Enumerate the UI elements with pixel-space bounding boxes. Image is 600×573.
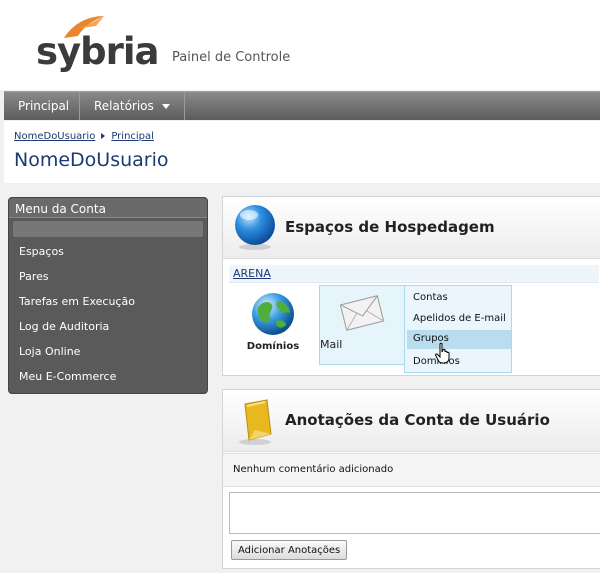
globe-icon [252, 293, 294, 335]
arrow-right-icon [101, 133, 106, 139]
empty-comment-text: Nenhum comentário adicionado [233, 464, 394, 475]
account-notes-panel: Anotações da Conta de Usuário Nenhum com… [222, 389, 600, 569]
sidebar-item-pares[interactable]: Pares [19, 270, 49, 283]
domains-tile[interactable]: Domínios [241, 289, 305, 359]
breadcrumb: NomeDoUsuario Principal [14, 131, 154, 142]
sidebar-item-tarefas[interactable]: Tarefas em Execução [19, 295, 135, 308]
panel-header: Anotações da Conta de Usuário [223, 390, 600, 452]
hosting-spaces-panel: Espaços de Hospedagem ARENA Domínios Mai… [222, 196, 600, 376]
nav-item-label: Principal [18, 99, 70, 113]
sidebar-item-loja-online[interactable]: Loja Online [19, 345, 80, 358]
account-menu-title: Menu da Conta [9, 198, 207, 218]
breadcrumb-link-user[interactable]: NomeDoUsuario [14, 131, 95, 142]
panel-header: Espaços de Hospedagem [223, 197, 600, 259]
sidebar-item-espacos[interactable]: Espaços [19, 245, 64, 258]
menu-item-contas[interactable]: Contas [413, 292, 448, 303]
panel-title: Anotações da Conta de Usuário [285, 411, 550, 429]
hand-cursor-icon [435, 342, 450, 364]
mail-dropdown-menu: Contas Apelidos de E-mail Grupos Domínio… [404, 285, 512, 373]
header: sybria Painel de Controle [0, 0, 600, 90]
breadcrumb-area: NomeDoUsuario Principal NomeDoUsuario [4, 121, 600, 183]
panel-title: Espaços de Hospedagem [285, 218, 495, 236]
sidebar-item-log-auditoria[interactable]: Log de Auditoria [19, 320, 109, 333]
envelope-icon [339, 295, 385, 331]
note-textarea[interactable] [229, 492, 600, 534]
nav-item-principal[interactable]: Principal [8, 92, 81, 120]
account-menu-bar [13, 221, 203, 237]
page-title: NomeDoUsuario [14, 149, 169, 171]
header-subtitle: Painel de Controle [172, 50, 291, 65]
menu-item-grupos[interactable]: Grupos [407, 330, 511, 349]
logo[interactable]: sybria [36, 30, 160, 73]
main-nav: Principal Relatórios [4, 91, 600, 120]
chevron-down-icon [161, 104, 170, 109]
nav-item-label: Relatórios [94, 99, 154, 113]
mail-tile-label: Mail [320, 338, 343, 351]
note-icon [239, 399, 272, 445]
space-row: ARENA [229, 265, 599, 283]
domains-tile-label: Domínios [246, 341, 300, 352]
nav-item-relatorios[interactable]: Relatórios [84, 92, 185, 120]
mail-tile[interactable]: Mail [319, 285, 405, 365]
account-menu: Menu da Conta Espaços Pares Tarefas em E… [8, 197, 208, 394]
space-link-arena[interactable]: ARENA [233, 267, 271, 280]
breadcrumb-link-principal[interactable]: Principal [111, 131, 154, 142]
sidebar-item-meu-ecommerce[interactable]: Meu E-Commerce [19, 370, 116, 383]
comment-list: Nenhum comentário adicionado [223, 453, 600, 487]
blue-sphere-icon [235, 205, 275, 250]
menu-item-apelidos[interactable]: Apelidos de E-mail [413, 313, 506, 324]
add-notes-button[interactable]: Adicionar Anotações [231, 540, 348, 560]
